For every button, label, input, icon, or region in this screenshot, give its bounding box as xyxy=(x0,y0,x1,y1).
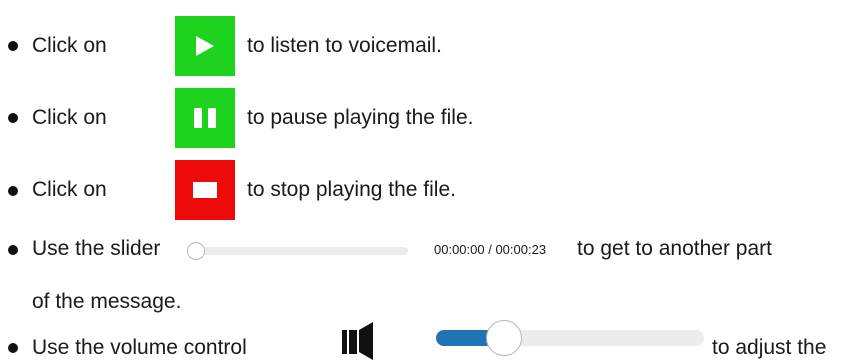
bullet xyxy=(8,41,18,51)
bullet xyxy=(8,343,18,353)
time-readout: 00:00:00 / 00:00:23 xyxy=(434,242,547,257)
stop-icon xyxy=(193,182,217,198)
item-prefix-text: Click on xyxy=(32,106,107,129)
pause-button[interactable] xyxy=(175,88,235,148)
playback-slider-thumb[interactable] xyxy=(187,242,205,260)
stop-button[interactable] xyxy=(175,160,235,220)
item-suffix-text: to stop playing the file. xyxy=(247,178,456,201)
bullet xyxy=(8,245,18,255)
item-continuation-text: of the message. xyxy=(32,290,182,313)
pause-icon xyxy=(194,108,216,128)
item-suffix-text: to pause playing the file. xyxy=(247,106,474,129)
bullet xyxy=(8,186,18,196)
item-suffix-text: to listen to voicemail. xyxy=(247,34,442,57)
play-icon xyxy=(196,36,214,56)
item-suffix-text: to adjust the xyxy=(712,336,827,359)
bullet xyxy=(8,113,18,123)
play-button[interactable] xyxy=(175,16,235,76)
item-suffix-text: to get to another part xyxy=(577,237,772,260)
item-prefix-text: Use the volume control xyxy=(32,336,247,359)
item-prefix-text: Click on xyxy=(32,34,107,57)
speaker-icon[interactable] xyxy=(340,322,384,360)
item-prefix-text: Use the slider xyxy=(32,237,161,260)
volume-slider-thumb[interactable] xyxy=(486,320,523,356)
playback-slider-track[interactable] xyxy=(188,247,408,255)
item-prefix-text: Click on xyxy=(32,178,107,201)
volume-slider-track[interactable] xyxy=(436,330,704,346)
